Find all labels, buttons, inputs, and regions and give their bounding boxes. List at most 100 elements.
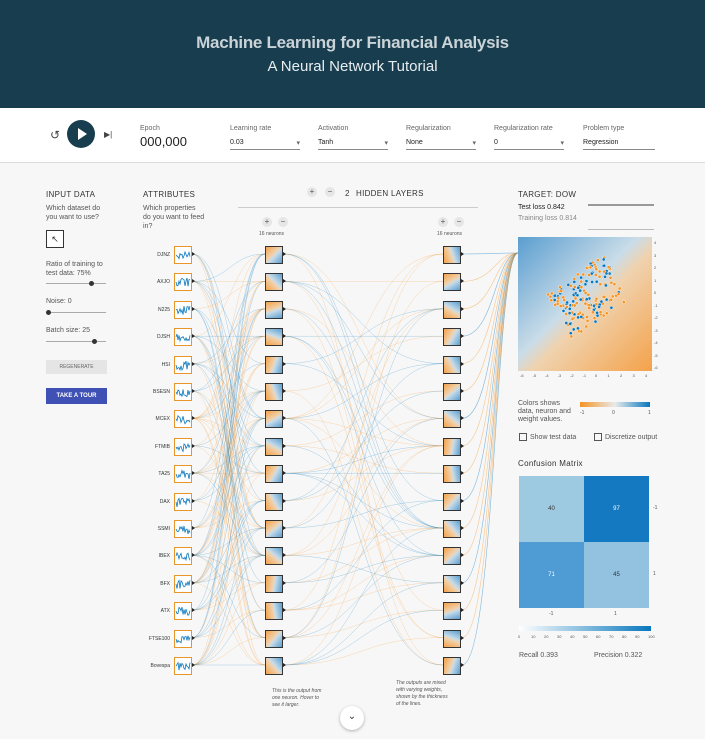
attributes-subtitle: Which properties do you want to feed in?	[143, 205, 205, 230]
data-point	[617, 286, 622, 291]
layer1-neuron[interactable]	[265, 602, 283, 621]
layer1-neuron[interactable]	[265, 492, 283, 511]
weight-link	[191, 281, 266, 364]
layer2-neuron[interactable]	[443, 437, 461, 456]
layer2-neuron[interactable]	[443, 492, 461, 511]
layer1-neuron[interactable]	[265, 574, 283, 593]
weight-link	[191, 363, 266, 419]
layer2-neuron[interactable]	[443, 657, 461, 675]
layer1-neuron[interactable]	[265, 437, 283, 456]
weight-link	[283, 335, 444, 638]
feature-node[interactable]	[174, 602, 192, 621]
test-loss: Test loss 0.842	[518, 204, 565, 211]
heatmap-x-tick: 2	[620, 373, 623, 378]
layer2-neuron[interactable]	[443, 547, 461, 566]
output-link	[461, 252, 519, 447]
take-a-tour-button[interactable]: TAKE A TOUR	[46, 388, 107, 404]
activation-select[interactable]: Tanh ▾	[318, 139, 388, 150]
reset-icon[interactable]: ↺	[50, 128, 60, 142]
layer1-neuron[interactable]	[265, 657, 283, 675]
data-point	[587, 303, 592, 308]
feature-node[interactable]	[174, 246, 192, 264]
layer2-neuron[interactable]	[443, 574, 461, 593]
noise-slider[interactable]	[46, 310, 106, 315]
ratio-slider[interactable]	[46, 281, 106, 286]
feature-node[interactable]	[174, 300, 192, 319]
weight-link	[191, 308, 266, 529]
weight-link	[283, 418, 444, 584]
feature-node[interactable]	[174, 574, 192, 593]
layer1-neuron[interactable]	[265, 355, 283, 374]
layer2-neuron[interactable]	[443, 383, 461, 401]
feature-node[interactable]	[174, 410, 192, 429]
data-point	[576, 312, 581, 316]
layer1-neuron[interactable]	[265, 629, 283, 648]
weight-link	[191, 253, 266, 529]
remove-layer-button[interactable]: −	[325, 187, 335, 197]
regenerate-button[interactable]: REGENERATE	[46, 360, 107, 374]
weight-link	[191, 500, 266, 556]
layer2-neuron[interactable]	[443, 629, 461, 648]
layer1-neuron[interactable]	[265, 273, 283, 292]
feature-node[interactable]	[174, 657, 192, 675]
layer1-neuron[interactable]	[265, 300, 283, 319]
weight-link	[191, 308, 266, 447]
input-data-subtitle: Which dataset do you want to use?	[46, 205, 101, 221]
feature-node[interactable]	[174, 383, 192, 401]
layer1-neuron[interactable]	[265, 246, 283, 264]
feature-sparkline	[175, 552, 191, 562]
data-point	[610, 294, 615, 299]
ratio-value: 75%	[76, 270, 91, 277]
layer1-neuron[interactable]	[265, 547, 283, 566]
feature-node[interactable]	[174, 355, 192, 374]
feature-node[interactable]	[174, 437, 192, 456]
layer2-remove-neuron-button[interactable]: −	[454, 217, 464, 227]
add-layer-button[interactable]: +	[307, 187, 317, 197]
batch-slider-thumb[interactable]	[91, 339, 97, 344]
discretize-output-checkbox[interactable]	[594, 433, 602, 441]
layer2-neuron[interactable]	[443, 465, 461, 484]
ratio-slider-thumb[interactable]	[88, 281, 94, 286]
feature-node[interactable]	[174, 465, 192, 484]
layer2-neuron[interactable]	[443, 246, 461, 264]
layer1-neuron[interactable]	[265, 520, 283, 538]
data-point	[616, 292, 621, 296]
play-button[interactable]	[67, 120, 95, 148]
layer2-neuron[interactable]	[443, 602, 461, 621]
noise-slider-thumb[interactable]	[46, 310, 51, 315]
layer2-neuron[interactable]	[443, 300, 461, 319]
heatmap-x-tick: 1	[607, 373, 610, 378]
learning-rate-select[interactable]: 0.03 ▾	[230, 139, 300, 150]
layer2-neuron[interactable]	[443, 520, 461, 538]
weights-hint-note: The outputs are mixed with varying weigh…	[396, 680, 448, 707]
reg-rate-select[interactable]: 0 ▾	[494, 139, 564, 150]
step-icon[interactable]: ▶|	[104, 130, 112, 139]
scroll-down-button[interactable]: ⌄	[340, 706, 364, 730]
layer1-neuron[interactable]	[265, 383, 283, 401]
weight-link	[191, 418, 266, 556]
layer2-add-neuron-button[interactable]: +	[438, 217, 448, 227]
dataset-thumbnail[interactable]: ↖	[46, 230, 64, 248]
layer2-neuron[interactable]	[443, 328, 461, 347]
output-heatmap[interactable]	[518, 237, 652, 371]
layer1-remove-neuron-button[interactable]: −	[278, 217, 288, 227]
feature-node[interactable]	[174, 629, 192, 648]
layer2-neuron[interactable]	[443, 410, 461, 429]
batch-slider[interactable]	[46, 339, 106, 344]
weight-link	[191, 418, 266, 584]
layer2-neuron[interactable]	[443, 273, 461, 292]
layer1-neuron[interactable]	[265, 410, 283, 429]
feature-node[interactable]	[174, 520, 192, 538]
layer2-neuron[interactable]	[443, 355, 461, 374]
layer1-neuron[interactable]	[265, 328, 283, 347]
problem-type-select[interactable]: Regression	[583, 139, 655, 150]
layer1-add-neuron-button[interactable]: +	[262, 217, 272, 227]
show-test-data-checkbox[interactable]	[519, 433, 527, 441]
feature-node[interactable]	[174, 492, 192, 511]
weight-link	[191, 308, 266, 447]
feature-node[interactable]	[174, 273, 192, 292]
feature-node[interactable]	[174, 547, 192, 566]
layer1-neuron[interactable]	[265, 465, 283, 484]
regularization-select[interactable]: None ▾	[406, 139, 476, 150]
feature-node[interactable]	[174, 328, 192, 347]
